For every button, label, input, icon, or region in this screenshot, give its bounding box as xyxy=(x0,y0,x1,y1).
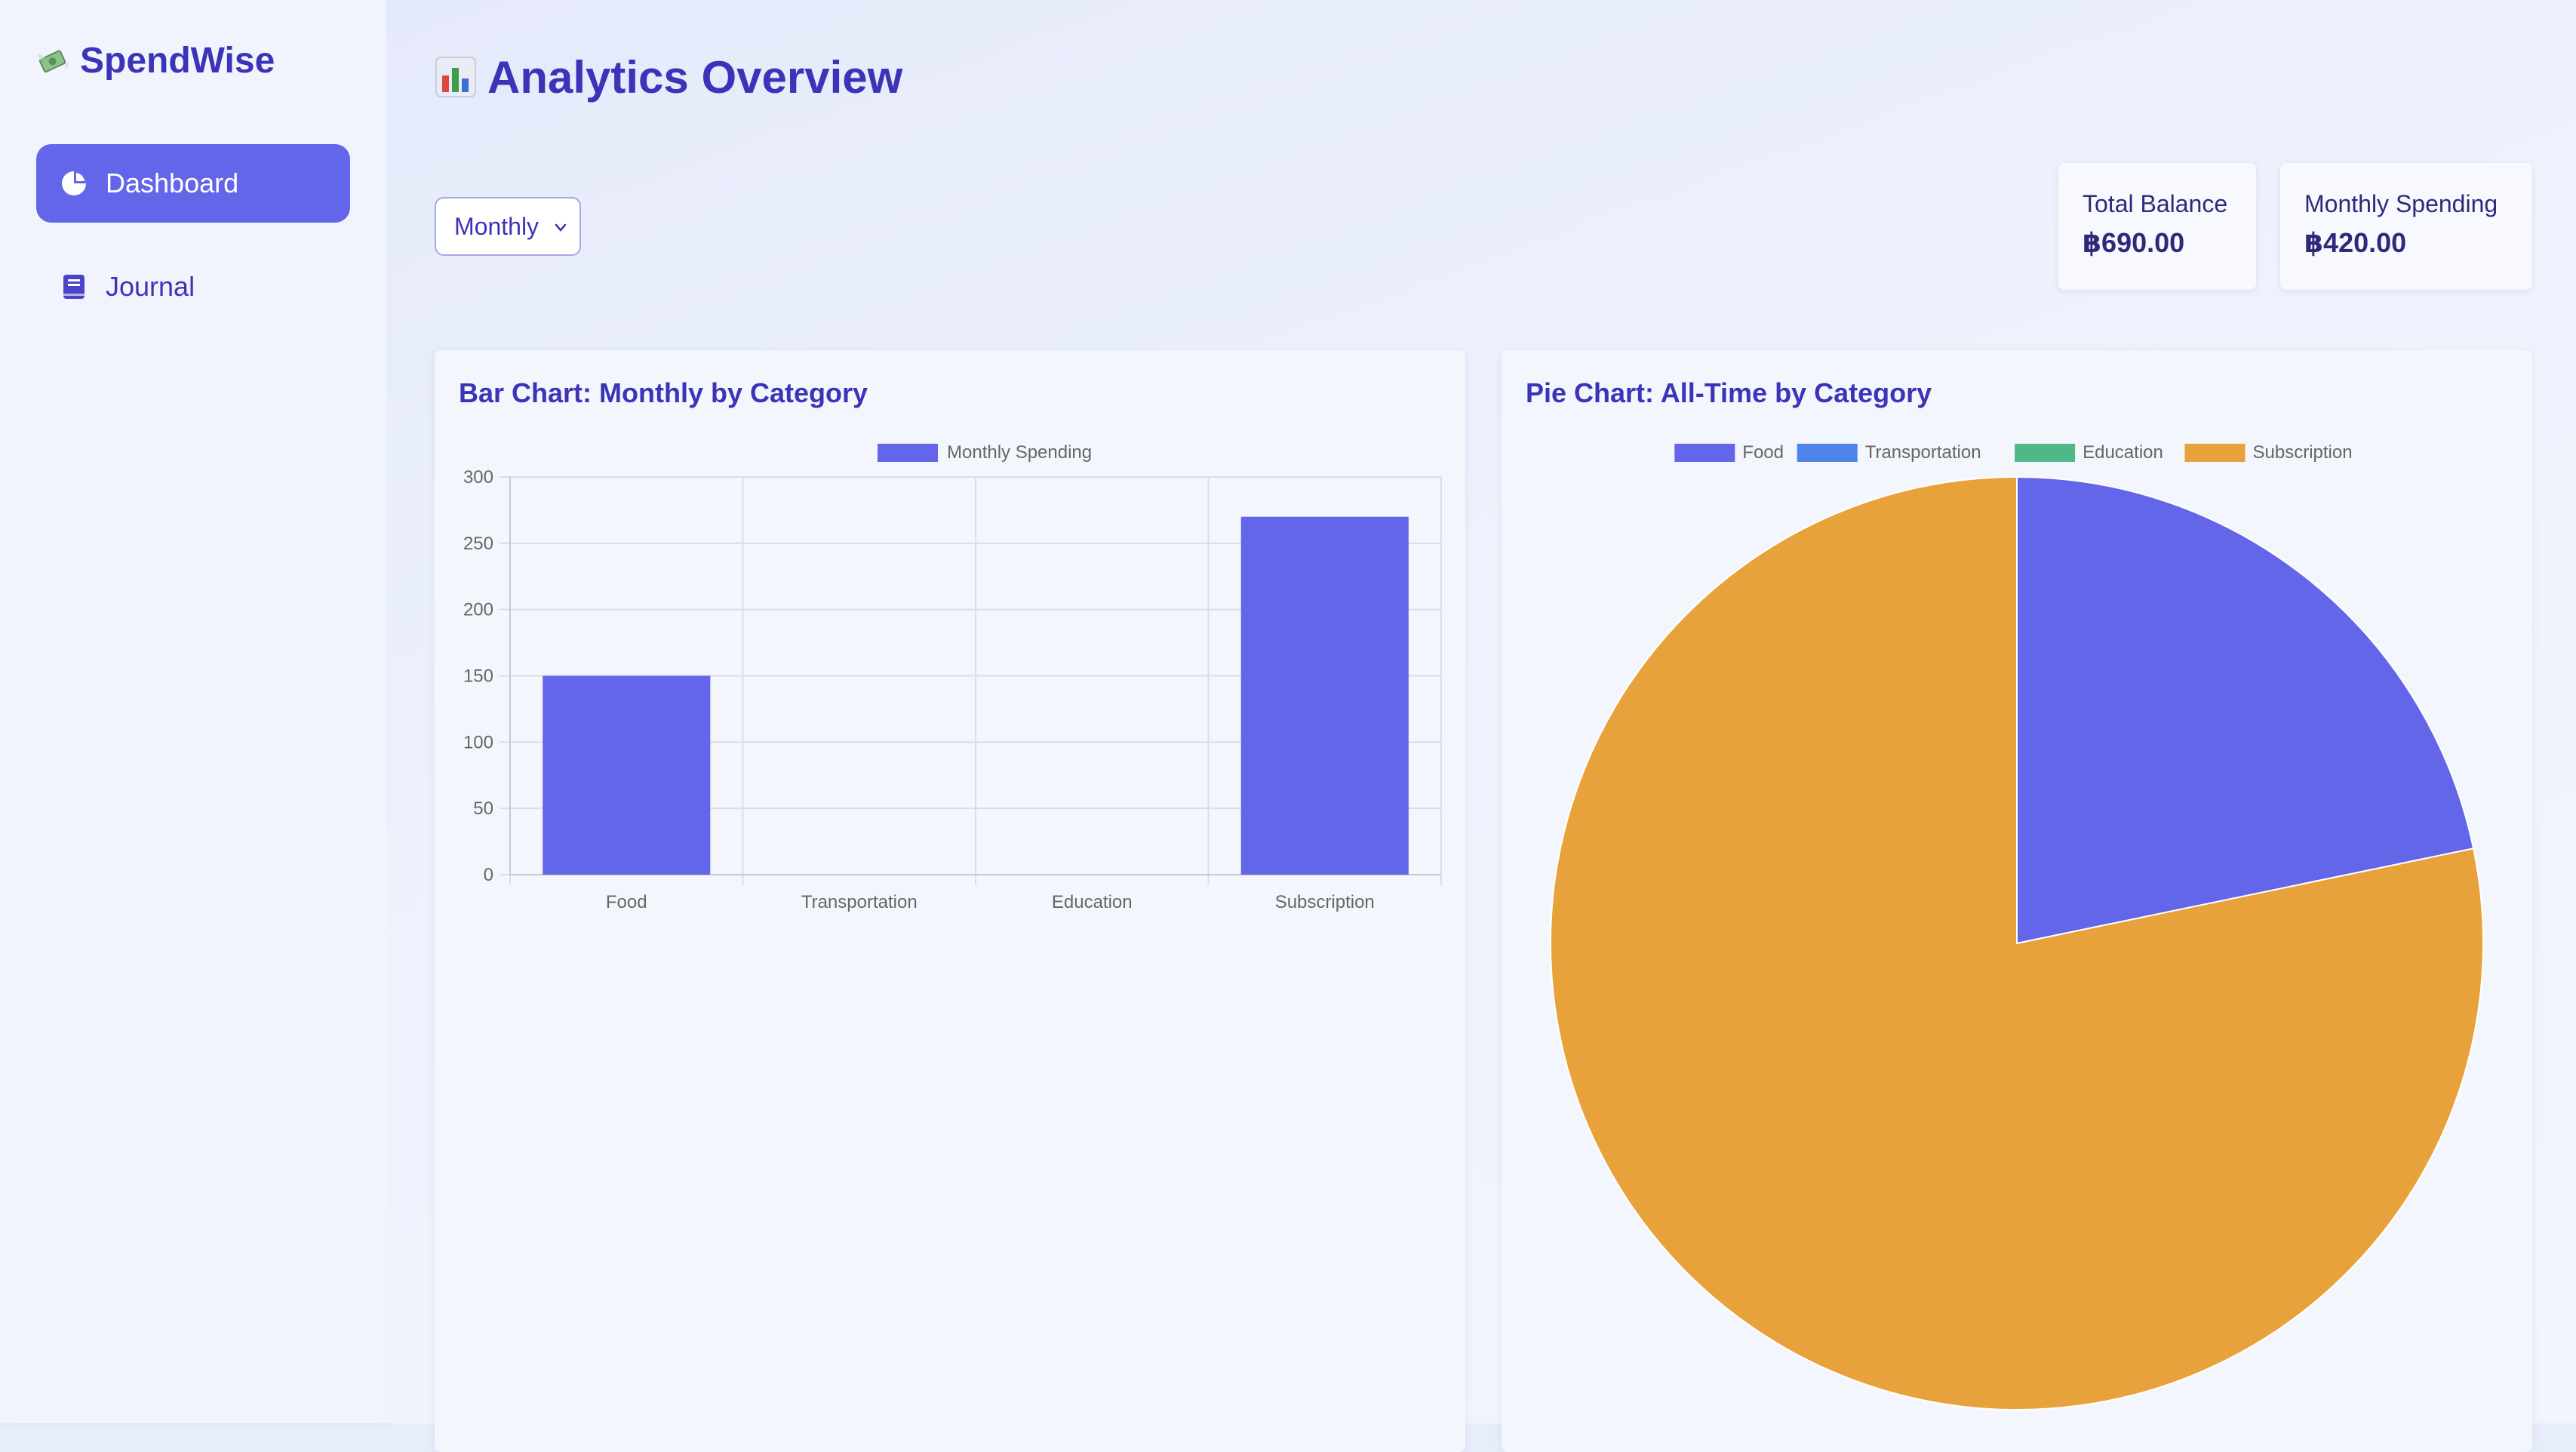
x-tick-label: Subscription xyxy=(1275,892,1375,912)
chevron-down-icon xyxy=(555,223,567,232)
page-title: Analytics Overview xyxy=(435,47,902,107)
sidebar: SpendWise Dashboard Journal xyxy=(0,0,386,1423)
money-wings-icon xyxy=(38,50,69,73)
y-tick-label: 250 xyxy=(463,534,493,554)
sidebar-item-label: Journal xyxy=(106,271,195,302)
brand[interactable]: SpendWise xyxy=(35,36,275,85)
y-tick-label: 200 xyxy=(463,600,493,620)
bar-chart: Monthly Spending 0 50 100 150 200 250 300 Food… xyxy=(463,442,1442,912)
total-balance-card: Total Balance ฿690.00 xyxy=(2058,163,2256,290)
x-tick-label: Transportation xyxy=(801,892,918,912)
period-select-value: Monthly xyxy=(454,212,539,240)
stat-value: ฿420.00 xyxy=(2304,227,2407,258)
sidebar-item-journal[interactable]: Journal xyxy=(36,248,350,326)
book-icon xyxy=(63,275,85,299)
legend-swatch-monthly-spending[interactable] xyxy=(878,444,938,462)
legend-swatch-transportation[interactable] xyxy=(1797,444,1858,462)
legend-label-subscription[interactable]: Subscription xyxy=(2253,442,2353,463)
bar-chart-panel: Bar Chart: Monthly by Category Monthly S… xyxy=(435,350,1465,1452)
legend-swatch-subscription[interactable] xyxy=(2184,444,2246,462)
y-tick-label: 0 xyxy=(484,865,493,885)
x-tick-label: Food xyxy=(606,892,647,912)
pie-chart: Food Transportation Education Subscription xyxy=(1549,442,2484,1410)
page-title-text: Analytics Overview xyxy=(487,51,903,103)
y-tick-label: 150 xyxy=(463,666,493,687)
pie-chart-panel: Pie Chart: All-Time by Category Food Tran… xyxy=(1502,350,2532,1452)
stat-value: ฿690.00 xyxy=(2083,227,2185,258)
sidebar-item-dashboard[interactable]: Dashboard xyxy=(36,144,350,223)
period-select[interactable]: Monthly xyxy=(435,197,581,256)
bar-subscription[interactable] xyxy=(1240,516,1409,875)
monthly-spending-card: Monthly Spending ฿420.00 xyxy=(2280,163,2532,290)
legend-label-transportation[interactable]: Transportation xyxy=(1865,442,1981,463)
brand-name: SpendWise xyxy=(80,40,275,81)
sidebar-item-label: Dashboard xyxy=(106,168,239,198)
legend-swatch-education[interactable] xyxy=(2015,444,2076,462)
x-tick-label: Education xyxy=(1052,892,1133,912)
legend-label-education[interactable]: Education xyxy=(2083,442,2163,463)
stat-label: Total Balance xyxy=(2083,190,2228,217)
stat-label: Monthly Spending xyxy=(2304,190,2498,217)
legend-label-food[interactable]: Food xyxy=(1742,442,1784,463)
bar-food[interactable] xyxy=(543,675,711,875)
y-tick-label: 50 xyxy=(473,798,493,819)
legend-swatch-food[interactable] xyxy=(1674,444,1735,462)
y-tick-label: 100 xyxy=(463,732,493,752)
bar-chart-icon xyxy=(435,57,476,97)
pie-chart-icon xyxy=(62,171,86,195)
legend-label-monthly-spending[interactable]: Monthly Spending xyxy=(947,442,1092,463)
y-tick-label: 300 xyxy=(463,467,493,488)
